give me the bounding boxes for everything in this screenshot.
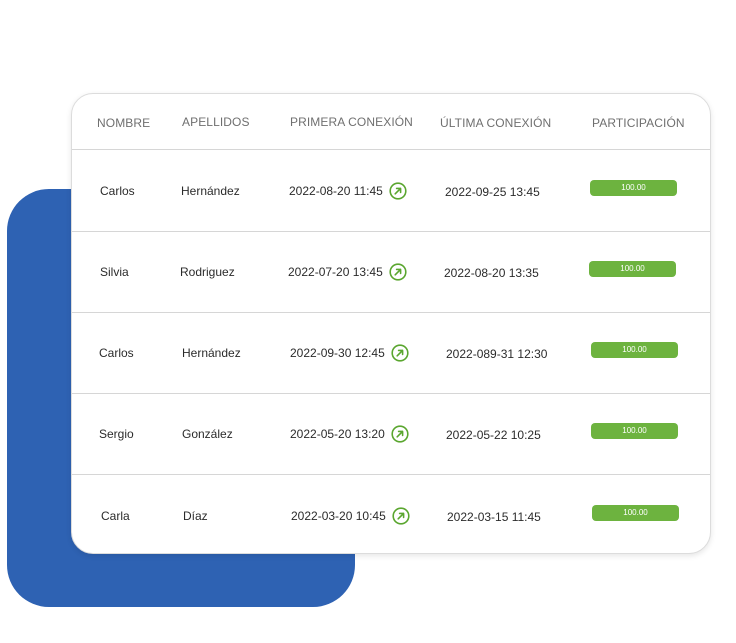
cell-nombre: Carlos	[99, 346, 134, 360]
cell-primera-value: 2022-07-20 13:45	[288, 265, 383, 279]
table-row[interactable]: Carlos Hernández 2022-08-20 11:45 2022-0…	[72, 150, 710, 232]
table-row[interactable]: Carla Díaz 2022-03-20 10:45 2022-03-15 1…	[72, 474, 710, 553]
cell-nombre: Silvia	[100, 265, 129, 279]
cell-apellidos: Hernández	[181, 184, 240, 198]
cell-primera-value: 2022-05-20 13:20	[290, 427, 385, 441]
participacion-badge: 100.00	[591, 423, 678, 439]
cell-primera-value: 2022-09-30 12:45	[290, 346, 385, 360]
participacion-badge: 100.00	[589, 261, 676, 277]
arrow-up-right-circle-icon[interactable]	[391, 344, 409, 362]
participacion-badge: 100.00	[591, 342, 678, 358]
cell-apellidos: Hernández	[182, 346, 241, 360]
cell-primera-value: 2022-08-20 11:45	[289, 184, 383, 198]
cell-apellidos: Díaz	[183, 509, 208, 523]
arrow-up-right-circle-icon[interactable]	[389, 263, 407, 281]
cell-nombre: Carlos	[100, 184, 135, 198]
table-row[interactable]: Silvia Rodriguez 2022-07-20 13:45 2022-0…	[72, 231, 710, 313]
header-apellidos[interactable]: APELLIDOS	[182, 115, 250, 129]
cell-apellidos: González	[182, 427, 233, 441]
arrow-up-right-circle-icon[interactable]	[392, 507, 410, 525]
table-row[interactable]: Carlos Hernández 2022-09-30 12:45 2022-0…	[72, 312, 710, 394]
cell-primera-conexion: 2022-03-20 10:45	[291, 507, 410, 525]
header-nombre[interactable]: NOMBRE	[97, 116, 150, 130]
cell-primera-conexion: 2022-09-30 12:45	[290, 344, 409, 362]
arrow-up-right-circle-icon[interactable]	[391, 425, 409, 443]
table-header: NOMBRE APELLIDOS PRIMERA CONEXIÓN ÚLTIMA…	[72, 94, 710, 150]
cell-ultima-conexion: 2022-03-15 11:45	[447, 510, 541, 524]
cell-ultima-conexion: 2022-05-22 10:25	[446, 428, 541, 442]
participacion-badge: 100.00	[590, 180, 677, 196]
cell-ultima-conexion: 2022-08-20 13:35	[444, 266, 539, 280]
stage: NOMBRE APELLIDOS PRIMERA CONEXIÓN ÚLTIMA…	[0, 0, 736, 643]
connections-table: NOMBRE APELLIDOS PRIMERA CONEXIÓN ÚLTIMA…	[71, 93, 711, 554]
header-primera-conexion[interactable]: PRIMERA CONEXIÓN	[290, 115, 413, 129]
cell-primera-conexion: 2022-05-20 13:20	[290, 425, 409, 443]
cell-ultima-conexion: 2022-09-25 13:45	[445, 185, 540, 199]
cell-primera-conexion: 2022-08-20 11:45	[289, 182, 407, 200]
cell-ultima-conexion: 2022-089-31 12:30	[446, 347, 548, 361]
header-ultima-conexion[interactable]: ÚLTIMA CONEXIÓN	[440, 116, 551, 130]
cell-apellidos: Rodriguez	[180, 265, 235, 279]
cell-primera-value: 2022-03-20 10:45	[291, 509, 386, 523]
cell-primera-conexion: 2022-07-20 13:45	[288, 263, 407, 281]
cell-nombre: Sergio	[99, 427, 134, 441]
arrow-up-right-circle-icon[interactable]	[389, 182, 407, 200]
table-row[interactable]: Sergio González 2022-05-20 13:20 2022-05…	[72, 393, 710, 475]
header-participacion[interactable]: PARTICIPACIÓN	[592, 116, 685, 130]
cell-nombre: Carla	[101, 509, 130, 523]
participacion-badge: 100.00	[592, 505, 679, 521]
